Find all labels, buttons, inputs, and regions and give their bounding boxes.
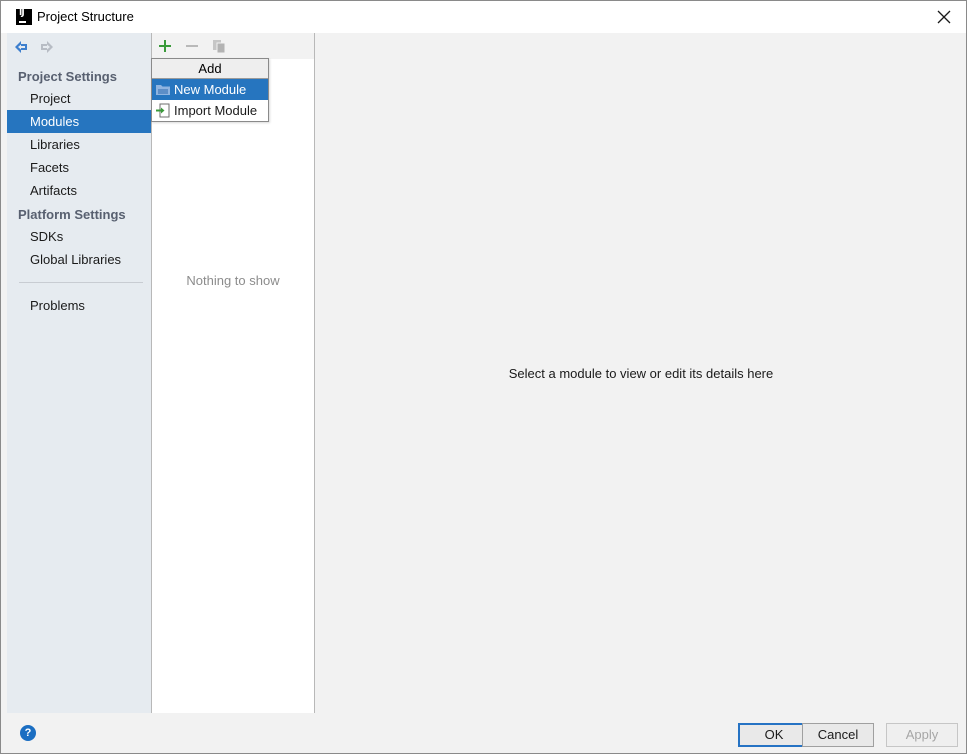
arrow-left-icon [15,41,27,53]
sidebar-item-facets[interactable]: Facets [7,156,151,179]
help-button[interactable]: ? [20,725,36,741]
back-button[interactable] [13,39,29,55]
close-button[interactable] [922,1,966,33]
cancel-button[interactable]: Cancel [802,723,874,747]
intellij-idea-icon [16,8,32,25]
remove-button[interactable] [184,38,200,54]
sidebar-item-problems[interactable]: Problems [7,294,151,317]
details-placeholder-text: Select a module to view or edit its deta… [508,366,774,381]
add-button[interactable] [157,38,173,54]
sidebar-divider [19,282,143,283]
plus-icon [159,40,171,52]
menu-item-new-module[interactable]: New Module [152,79,268,100]
menu-item-label: Import Module [174,103,258,118]
sidebar-item-project[interactable]: Project [7,87,151,110]
copy-button[interactable] [211,38,227,54]
close-icon [937,10,951,24]
sidebar-item-global-libraries[interactable]: Global Libraries [7,248,151,271]
ok-button[interactable]: OK [738,723,810,747]
module-details-panel: Select a module to view or edit its deta… [315,33,966,713]
forward-button[interactable] [39,39,55,55]
dialog-button-bar: ? OK Cancel Apply [1,713,966,753]
settings-sidebar: Project Settings Project Modules Librari… [7,33,151,713]
title-bar: Project Structure [1,1,966,33]
popup-title: Add [152,59,268,79]
platform-settings-header: Platform Settings [18,207,126,222]
add-popup-menu: Add New Module Import Module [151,58,269,122]
apply-button[interactable]: Apply [886,723,958,747]
modules-list-panel: Nothing to show [151,33,315,713]
window-title: Project Structure [37,9,134,24]
import-icon [155,103,171,118]
copy-icon [213,40,226,54]
menu-item-label: New Module [174,82,247,97]
project-structure-dialog: Project Structure Project Settings [0,0,967,754]
minus-icon [186,45,198,47]
folder-icon [155,82,171,97]
modules-toolbar [152,33,314,59]
project-settings-header: Project Settings [18,69,117,84]
sidebar-item-modules[interactable]: Modules [7,110,151,133]
arrow-right-icon [41,41,53,53]
menu-item-import-module[interactable]: Import Module [152,100,268,121]
sidebar-item-libraries[interactable]: Libraries [7,133,151,156]
sidebar-item-sdks[interactable]: SDKs [7,225,151,248]
sidebar-item-artifacts[interactable]: Artifacts [7,179,151,202]
empty-list-text: Nothing to show [186,273,280,288]
